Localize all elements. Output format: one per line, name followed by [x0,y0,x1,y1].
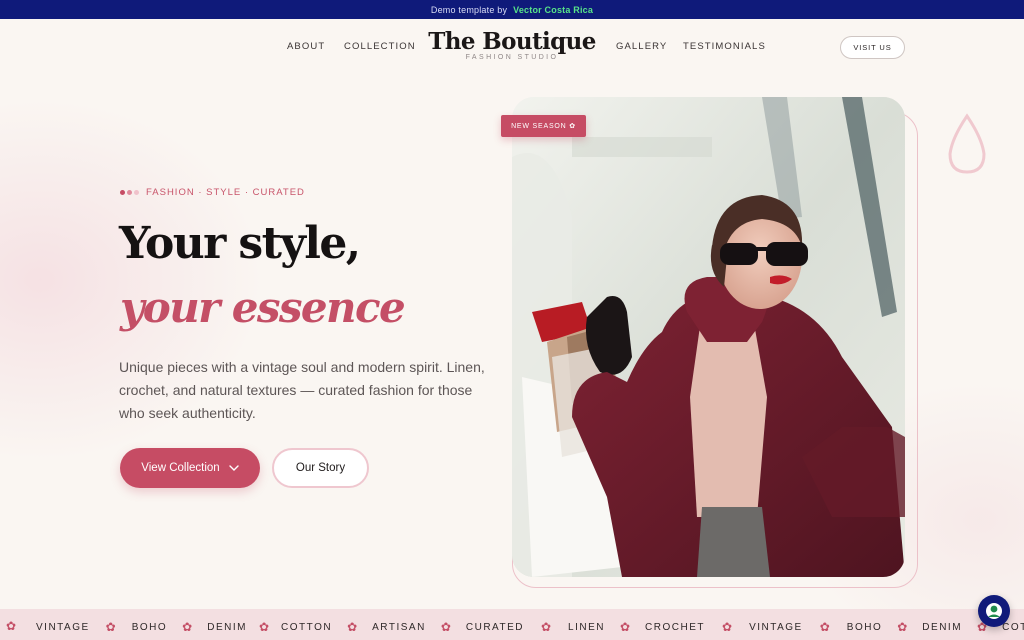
flower-icon: ✿ [347,620,358,634]
marquee-word: COTTO [1002,621,1024,633]
flower-icon: ✿ [619,620,631,634]
hero-description: Unique pieces with a vintage soul and mo… [119,359,485,421]
new-season-badge: NEW SEASON ✿ [501,115,586,137]
marquee-word: CURATED [465,621,524,633]
marquee-word: CROCHET [645,621,705,633]
flower-icon: ✿ [819,620,830,634]
flower-icon: ✿ [105,620,116,634]
hero-photo [512,97,905,577]
logo-title: The Boutique [428,28,596,55]
site-header: ABOUT COLLECTION The Boutique FASHION ST… [0,19,1024,75]
marquee-word: LINEN [568,621,605,633]
marquee-word: ARTISAN [372,621,426,633]
marquee-word: DENIM [922,621,963,633]
demo-banner: Demo template by Vector Costa Rica [0,0,1024,19]
marquee-word: COTTON [281,621,333,633]
chevron-down-icon [229,465,239,471]
hero-headline-line1: Your style, [119,218,361,269]
nav-link-about[interactable]: ABOUT [287,41,325,52]
flower-icon: ✿ [722,620,733,634]
drop-decoration-icon [948,113,986,174]
flower-icon: ✿ [440,620,451,634]
keyword-marquee: VINTAGE ✿ BOHO ✿ DENIM ✿ COTTON ✿ ARTISAN ✿ CURATE… [0,609,1024,640]
marquee-word: VINTAGE [749,621,803,633]
demo-banner-prefix: Demo template by [430,4,508,15]
marquee-word: VINTAGE [36,621,90,633]
chat-widget-button[interactable] [978,595,1010,627]
nav-link-testimonials[interactable]: TESTIMONIALS [683,41,766,52]
flower-icon: ✿ [182,620,193,634]
flower-icon: ✿ [6,619,17,633]
view-collection-button[interactable]: View Collection [120,448,260,488]
eyebrow-dots-icon [120,190,139,195]
nav-link-gallery[interactable]: GALLERY [616,41,667,52]
fashion-model-illustration [512,97,905,577]
nav-link-collection[interactable]: COLLECTION [344,41,416,52]
flower-icon: ✿ [258,620,270,634]
marquee-track: VINTAGE ✿ BOHO ✿ DENIM ✿ COTTON ✿ ARTISAN ✿ CURATE… [4,619,1024,634]
marquee-word: DENIM [207,621,247,633]
hero-headline-line2: your essence [120,283,406,332]
site-logo[interactable]: The Boutique FASHION STUDIO [412,28,612,61]
hero-eyebrow: FASHION · STYLE · CURATED [120,187,305,198]
view-collection-label: View Collection [141,462,220,474]
flower-icon: ✿ [897,620,908,634]
demo-banner-brand-link[interactable]: Vector Costa Rica [513,5,593,15]
visit-us-button[interactable]: VISIT US [840,36,905,59]
eyebrow-text: FASHION · STYLE · CURATED [146,187,305,198]
marquee-word: BOHO [131,621,168,633]
flower-icon: ✿ [540,620,552,634]
marquee-word: BOHO [846,621,883,633]
our-story-button[interactable]: Our Story [272,448,369,488]
chat-widget-icon [986,603,1002,619]
